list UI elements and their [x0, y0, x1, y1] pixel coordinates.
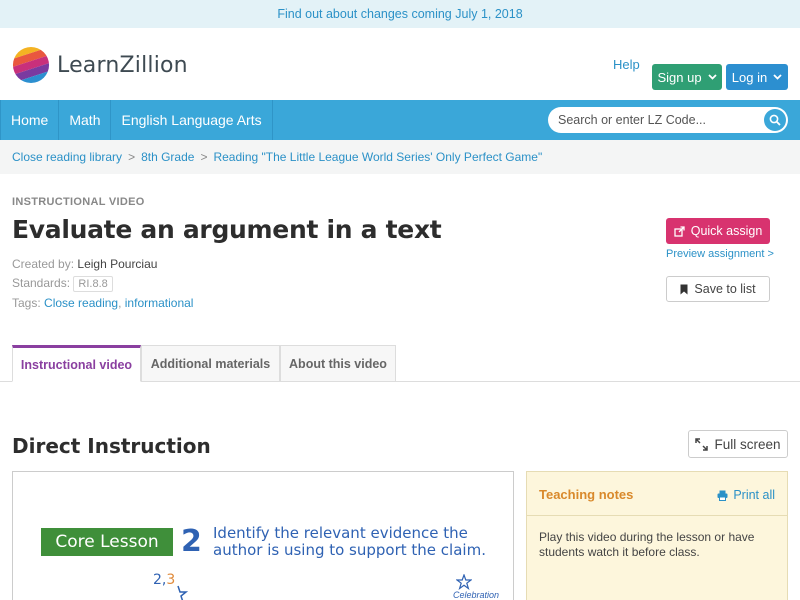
teaching-notes-panel: Teaching notes Print all Play this video…	[526, 471, 788, 600]
tab-bar: Instructional video Additional materials…	[0, 345, 800, 382]
logo-text: LearnZillion	[57, 52, 188, 78]
search-icon	[769, 114, 781, 126]
teaching-notes-title: Teaching notes	[539, 487, 634, 502]
tab-about-video[interactable]: About this video	[280, 345, 396, 382]
tag-separator: ,	[118, 296, 122, 310]
bookmark-icon	[680, 284, 688, 294]
fullscreen-button[interactable]: Full screen	[688, 430, 788, 458]
handwritten-two: 2	[153, 572, 162, 588]
site-header: LearnZillion Help Sign up Log in	[0, 28, 800, 100]
content-type-label: INSTRUCTIONAL VIDEO	[12, 196, 145, 208]
teaching-notes-body: Play this video during the lesson or hav…	[539, 530, 755, 559]
search-input[interactable]	[548, 107, 748, 133]
created-by: Created by: Leigh Pourciau	[12, 257, 157, 271]
learnzillion-logo-icon	[12, 46, 50, 84]
tags: Tags: Close reading, informational	[12, 296, 193, 310]
standards-label: Standards:	[12, 276, 71, 290]
tags-label: Tags:	[12, 296, 41, 310]
tag-informational[interactable]: informational	[125, 296, 194, 310]
print-all-label: Print all	[733, 488, 775, 502]
login-button[interactable]: Log in	[726, 64, 788, 90]
breadcrumb-separator: >	[128, 150, 136, 164]
printer-icon	[717, 490, 728, 501]
standards: Standards: RI.8.8	[12, 276, 113, 292]
standard-badge[interactable]: RI.8.8	[73, 276, 113, 292]
announcement-banner[interactable]: Find out about changes coming July 1, 20…	[0, 0, 800, 28]
nav-home[interactable]: Home	[0, 100, 60, 140]
page-title: Evaluate an argument in a text	[12, 215, 442, 244]
tab-instructional-video[interactable]: Instructional video	[12, 345, 141, 382]
search-button[interactable]	[764, 109, 786, 131]
signup-label: Sign up	[657, 69, 702, 85]
breadcrumb-library[interactable]: Close reading library	[12, 150, 122, 164]
core-lesson-label: Core Lesson	[41, 528, 173, 556]
signup-button[interactable]: Sign up	[652, 64, 722, 90]
print-all-button[interactable]: Print all	[717, 488, 775, 502]
chevron-down-icon	[707, 74, 717, 80]
lesson-step-text: Identify the relevant evidence the autho…	[213, 524, 486, 559]
nav-ela[interactable]: English Language Arts	[111, 100, 273, 140]
help-link[interactable]: Help	[613, 57, 640, 72]
lesson-step-number: 2	[181, 524, 202, 559]
celebration-label: Celebration	[453, 590, 500, 600]
logo[interactable]: LearnZillion	[12, 46, 188, 84]
created-by-label: Created by:	[12, 257, 75, 271]
chevron-down-icon	[773, 74, 782, 80]
teaching-notes-header: Teaching notes Print all	[527, 472, 787, 516]
tag-close-reading[interactable]: Close reading	[44, 296, 118, 310]
quick-assign-label: Quick assign	[690, 224, 763, 238]
search-box	[548, 107, 788, 133]
video-player[interactable]: Core Lesson 2 Identify the relevant evid…	[12, 471, 514, 600]
breadcrumb: Close reading library >8th Grade > Reading …	[0, 140, 800, 174]
section-title: Direct Instruction	[12, 434, 211, 458]
preview-assignment-link[interactable]: Preview assignment >	[666, 248, 774, 260]
quick-assign-button[interactable]: Quick assign	[666, 218, 770, 244]
breadcrumb-separator: >	[200, 150, 208, 164]
breadcrumb-reading[interactable]: Reading "The Little League World Series'…	[213, 150, 542, 164]
save-to-list-label: Save to list	[694, 282, 756, 296]
star-drawing-icon	[177, 585, 189, 600]
fullscreen-label: Full screen	[714, 436, 781, 452]
nav-math[interactable]: Math	[59, 100, 112, 140]
save-to-list-button[interactable]: Save to list	[666, 276, 770, 302]
share-icon	[674, 225, 685, 237]
breadcrumb-grade[interactable]: 8th Grade	[141, 150, 194, 164]
expand-icon	[695, 437, 709, 451]
main-nav: Home Math English Language Arts	[0, 100, 800, 140]
star-icon	[456, 574, 472, 590]
login-label: Log in	[731, 69, 768, 85]
author-name: Leigh Pourciau	[77, 257, 158, 271]
tab-additional-materials[interactable]: Additional materials	[141, 345, 280, 382]
